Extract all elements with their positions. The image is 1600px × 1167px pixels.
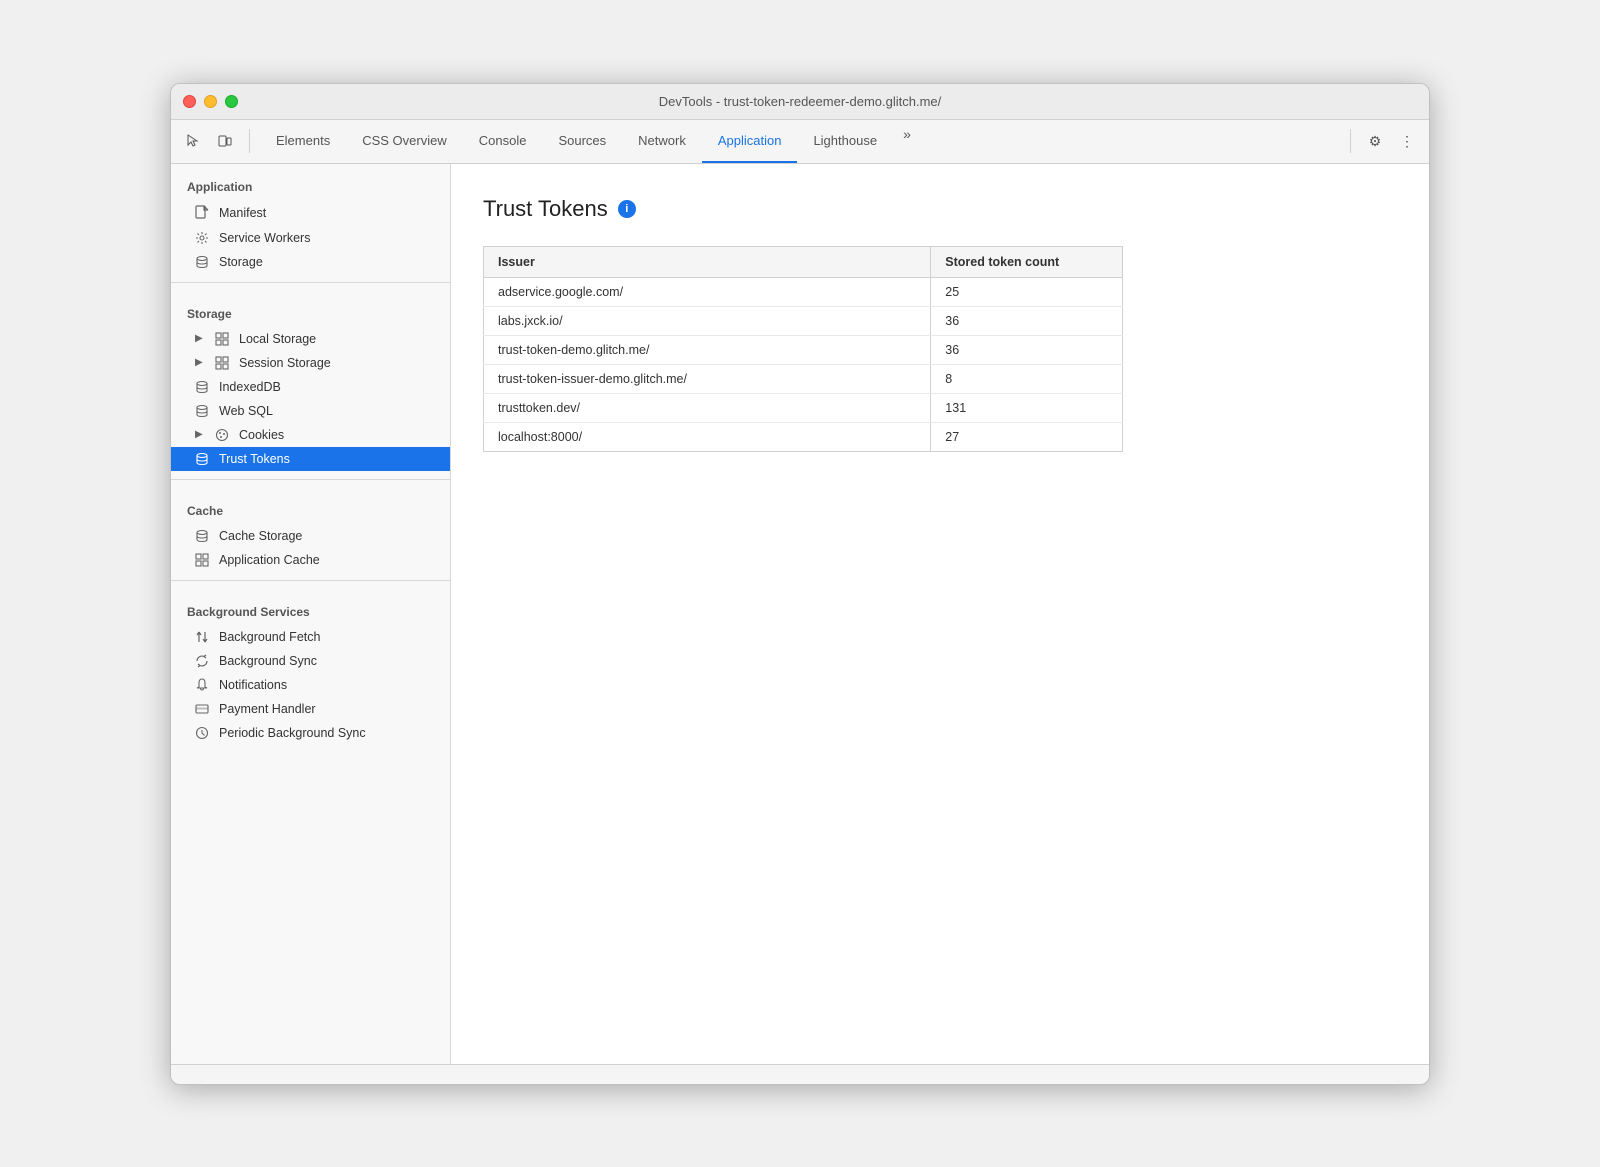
- db-icon-indexed: [195, 380, 211, 394]
- table-row[interactable]: trust-token-demo.glitch.me/36: [484, 335, 1123, 364]
- tab-console[interactable]: Console: [463, 120, 543, 163]
- clock-icon: [195, 726, 211, 740]
- device-toolbar-button[interactable]: [211, 127, 239, 155]
- cell-issuer: trusttoken.dev/: [484, 393, 931, 422]
- cell-issuer: localhost:8000/: [484, 422, 931, 451]
- sidebar-item-web-sql[interactable]: Web SQL: [171, 399, 450, 423]
- arrows-icon: [195, 630, 211, 644]
- tab-network[interactable]: Network: [622, 120, 702, 163]
- sidebar: Application Manifest Service Workers Sto…: [171, 164, 451, 1064]
- sync-icon: [195, 654, 211, 668]
- vertical-dots-icon: ⋮: [1400, 133, 1414, 150]
- titlebar: DevTools - trust-token-redeemer-demo.gli…: [171, 84, 1429, 120]
- tab-elements[interactable]: Elements: [260, 120, 346, 163]
- sidebar-item-indexeddb[interactable]: IndexedDB: [171, 375, 450, 399]
- storage-icon: [195, 255, 211, 269]
- sidebar-item-service-workers[interactable]: Service Workers: [171, 226, 450, 250]
- grid-icon-cache: [195, 553, 211, 567]
- table-row[interactable]: trust-token-issuer-demo.glitch.me/8: [484, 364, 1123, 393]
- device-icon: [217, 133, 233, 149]
- table-header-issuer: Issuer: [484, 246, 931, 277]
- expand-session-storage-icon[interactable]: ▶: [195, 357, 207, 368]
- divider-2: [171, 479, 450, 480]
- maximize-button[interactable]: [225, 95, 238, 108]
- sidebar-item-trust-tokens[interactable]: Trust Tokens: [171, 447, 450, 471]
- table-row[interactable]: adservice.google.com/25: [484, 277, 1123, 306]
- minimize-button[interactable]: [204, 95, 217, 108]
- grid-icon-session: [215, 356, 231, 370]
- sidebar-section-bg-services: Background Services: [171, 589, 450, 625]
- trust-tokens-table: Issuer Stored token count adservice.goog…: [483, 246, 1123, 452]
- cookie-icon: [215, 428, 231, 442]
- sidebar-section-cache: Cache: [171, 488, 450, 524]
- table-header-count: Stored token count: [931, 246, 1123, 277]
- close-button[interactable]: [183, 95, 196, 108]
- cell-count: 25: [931, 277, 1123, 306]
- cell-issuer: adservice.google.com/: [484, 277, 931, 306]
- payment-icon: [195, 702, 211, 716]
- cell-count: 36: [931, 335, 1123, 364]
- sidebar-item-storage-app[interactable]: Storage: [171, 250, 450, 274]
- inspect-element-button[interactable]: [179, 127, 207, 155]
- sidebar-item-app-cache[interactable]: Application Cache: [171, 548, 450, 572]
- bell-icon: [195, 678, 211, 692]
- info-icon[interactable]: i: [618, 200, 636, 218]
- grid-icon-local: [215, 332, 231, 346]
- sidebar-item-manifest[interactable]: Manifest: [171, 200, 450, 226]
- more-menu-button[interactable]: ⋮: [1393, 127, 1421, 155]
- sidebar-item-cache-storage[interactable]: Cache Storage: [171, 524, 450, 548]
- cell-count: 27: [931, 422, 1123, 451]
- expand-cookies-icon[interactable]: ▶: [195, 429, 207, 440]
- sidebar-section-storage: Storage: [171, 291, 450, 327]
- db-icon-cache: [195, 529, 211, 543]
- sidebar-section-application: Application: [171, 164, 450, 200]
- document-icon: [195, 205, 211, 221]
- db-icon-trust: [195, 452, 211, 466]
- toolbar-right: ⚙ ⋮: [1361, 127, 1421, 155]
- cell-count: 36: [931, 306, 1123, 335]
- divider-3: [171, 580, 450, 581]
- tab-sources[interactable]: Sources: [542, 120, 622, 163]
- sidebar-item-bg-sync[interactable]: Background Sync: [171, 649, 450, 673]
- sidebar-item-cookies[interactable]: ▶ Cookies: [171, 423, 450, 447]
- more-tabs-button[interactable]: »: [893, 120, 921, 148]
- cell-issuer: labs.jxck.io/: [484, 306, 931, 335]
- table-row[interactable]: trusttoken.dev/131: [484, 393, 1123, 422]
- toolbar-divider-1: [249, 129, 250, 153]
- sidebar-item-notifications[interactable]: Notifications: [171, 673, 450, 697]
- table-row[interactable]: labs.jxck.io/36: [484, 306, 1123, 335]
- cell-count: 8: [931, 364, 1123, 393]
- cell-issuer: trust-token-demo.glitch.me/: [484, 335, 931, 364]
- sidebar-item-session-storage[interactable]: ▶ Session Storage: [171, 351, 450, 375]
- cell-issuer: trust-token-issuer-demo.glitch.me/: [484, 364, 931, 393]
- devtools-window: DevTools - trust-token-redeemer-demo.gli…: [170, 83, 1430, 1085]
- tab-lighthouse[interactable]: Lighthouse: [797, 120, 893, 163]
- content-panel: Trust Tokens i Issuer Stored token count: [451, 164, 1429, 1064]
- db-icon-sql: [195, 404, 211, 418]
- main-area: Application Manifest Service Workers Sto…: [171, 164, 1429, 1064]
- divider-1: [171, 282, 450, 283]
- traffic-lights: [183, 95, 238, 108]
- window-title: DevTools - trust-token-redeemer-demo.gli…: [659, 94, 942, 109]
- sidebar-item-periodic-bg-sync[interactable]: Periodic Background Sync: [171, 721, 450, 745]
- toolbar: Elements CSS Overview Console Sources Ne…: [171, 120, 1429, 164]
- gear-small-icon: [195, 231, 211, 245]
- settings-button[interactable]: ⚙: [1361, 127, 1389, 155]
- status-bar: [171, 1064, 1429, 1084]
- sidebar-item-local-storage[interactable]: ▶ Local Storage: [171, 327, 450, 351]
- expand-local-storage-icon[interactable]: ▶: [195, 333, 207, 344]
- gear-icon: ⚙: [1369, 133, 1382, 150]
- cursor-icon: [185, 133, 201, 149]
- table-row[interactable]: localhost:8000/27: [484, 422, 1123, 451]
- main-tabs: Elements CSS Overview Console Sources Ne…: [260, 120, 1340, 163]
- cell-count: 131: [931, 393, 1123, 422]
- toolbar-divider-2: [1350, 129, 1351, 153]
- sidebar-item-bg-fetch[interactable]: Background Fetch: [171, 625, 450, 649]
- page-title: Trust Tokens i: [483, 196, 1397, 222]
- tab-application[interactable]: Application: [702, 120, 798, 163]
- tab-css-overview[interactable]: CSS Overview: [346, 120, 463, 163]
- sidebar-item-payment-handler[interactable]: Payment Handler: [171, 697, 450, 721]
